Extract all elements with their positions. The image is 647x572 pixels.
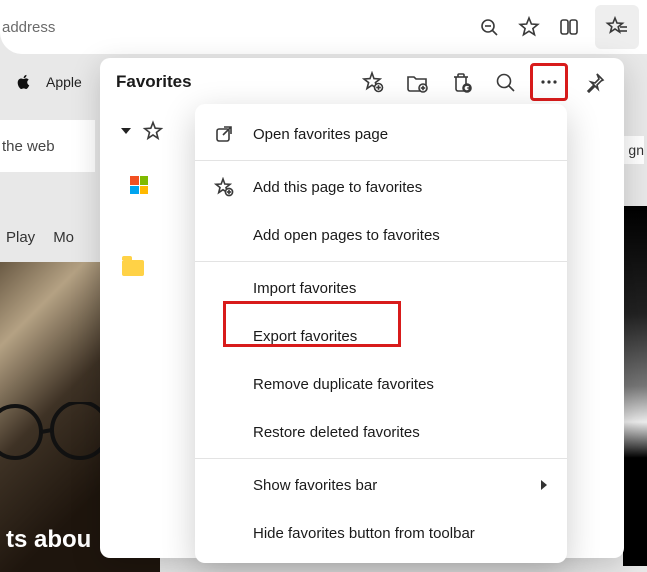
menu-restore-deleted[interactable]: Restore deleted favorites [195,408,567,456]
address-placeholder: address [0,19,469,36]
hero-caption: ts abou [6,526,91,554]
favorite-star-icon[interactable] [509,7,549,47]
add-favorite-icon[interactable] [354,63,392,101]
chevron-right-icon [539,479,549,491]
bookmark-apple[interactable]: Apple [46,74,82,90]
news-more[interactable]: Mo [53,229,74,246]
menu-label: Hide favorites button from toolbar [253,525,475,542]
menu-label: Remove duplicate favorites [253,376,434,393]
star-add-icon [213,177,235,197]
search-hint: the web [0,120,95,172]
pin-icon[interactable] [576,63,614,101]
search-favorites-icon[interactable] [486,63,524,101]
menu-label: Import favorites [253,280,356,297]
favorites-context-menu: Open favorites page Add this page to fav… [195,104,567,563]
favorites-sidebar [100,106,184,558]
restore-deleted-icon[interactable] [442,63,480,101]
bg-sign-fragment: gn [624,136,644,164]
menu-label: Open favorites page [253,126,388,143]
menu-show-favorites-bar[interactable]: Show favorites bar [195,461,567,509]
menu-label: Show favorites bar [253,477,377,494]
menu-open-favorites-page[interactable]: Open favorites page [195,110,567,158]
menu-label: Add this page to favorites [253,179,422,196]
add-folder-icon[interactable] [398,63,436,101]
split-screen-icon[interactable] [549,7,589,47]
menu-export-favorites[interactable]: Export favorites [195,312,567,360]
favorites-bar-star-icon[interactable] [142,120,164,142]
folder-icon[interactable] [122,260,144,276]
more-options-icon[interactable] [530,63,568,101]
news-play[interactable]: Play [6,229,35,246]
menu-remove-duplicate[interactable]: Remove duplicate favorites [195,360,567,408]
menu-hide-favorites-button[interactable]: Hide favorites button from toolbar [195,509,567,557]
news-tabs: Play Mo [0,218,74,256]
menu-add-open-pages[interactable]: Add open pages to favorites [195,211,567,259]
menu-label: Export favorites [253,328,357,345]
menu-import-favorites[interactable]: Import favorites [195,264,567,312]
favorites-title: Favorites [116,72,348,92]
favorites-header: Favorites [100,58,624,106]
zoom-out-icon[interactable] [469,7,509,47]
menu-label: Add open pages to favorites [253,227,440,244]
favorites-toolbar-icon[interactable] [595,5,639,49]
menu-label: Restore deleted favorites [253,424,420,441]
open-external-icon [213,124,235,144]
chevron-down-icon[interactable] [120,125,132,137]
menu-add-this-page[interactable]: Add this page to favorites [195,163,567,211]
address-bar[interactable]: address [0,0,647,54]
right-image-strip [623,206,647,566]
apple-logo-icon [16,74,32,90]
microsoft-icon[interactable] [130,176,148,194]
